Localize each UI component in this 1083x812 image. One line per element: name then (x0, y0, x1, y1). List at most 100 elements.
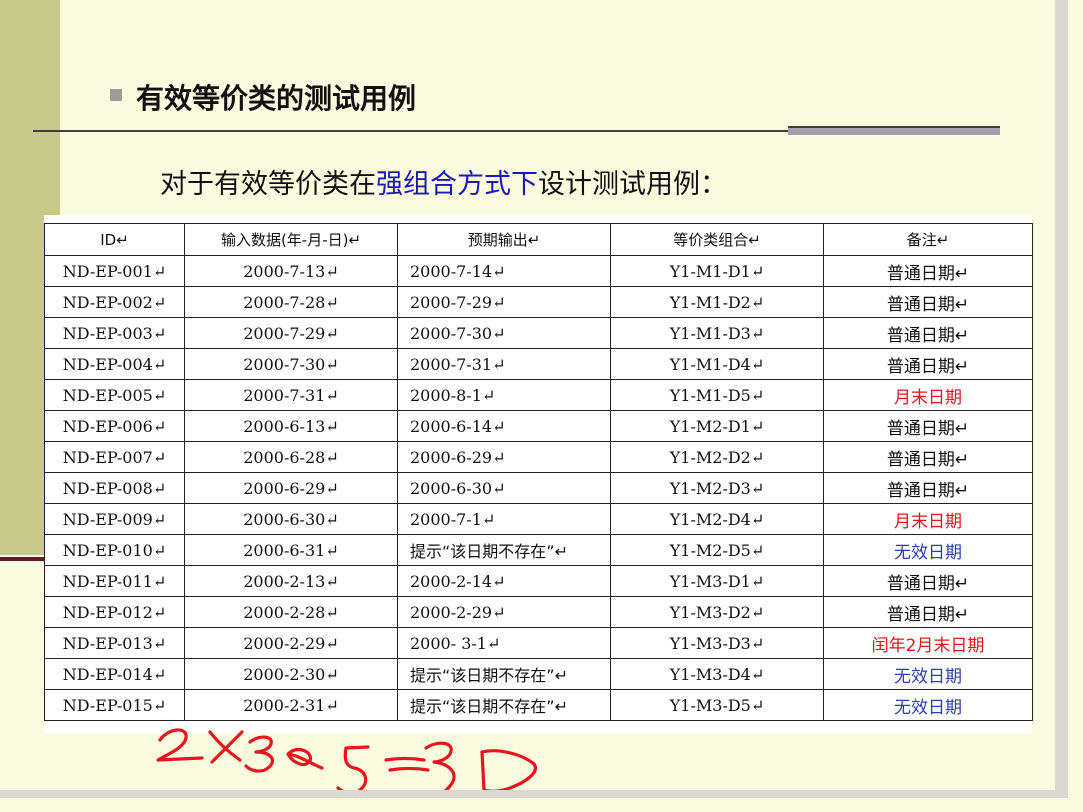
cell-equivalence-combo: Y1-M3-D2↵ (610, 596, 824, 628)
cell-expected-output: 2000-6-14↵ (397, 410, 611, 442)
cell-note: 普通日期↵ (823, 596, 1033, 628)
table-row: ND-EP-004↵ 2000-7-30↵ 2000-7-31↵ Y1-M1-D4↵ 普… (44, 348, 1033, 380)
cell-note: 月末日期 (823, 503, 1033, 535)
cell-input: 2000-2-30↵ (184, 658, 398, 690)
cell-expected-output: 2000-6-30↵ (397, 472, 611, 504)
table-row: ND-EP-011↵ 2000-2-13↵ 2000-2-14↵ Y1-M3-D1↵ 普… (44, 565, 1033, 597)
cell-id: ND-EP-015↵ (44, 689, 185, 721)
cell-equivalence-combo: Y1-M3-D5↵ (610, 689, 824, 721)
cell-note: 普通日期↵ (823, 286, 1033, 318)
cell-id: ND-EP-011↵ (44, 565, 185, 597)
cell-input: 2000-6-29↵ (184, 472, 398, 504)
cell-note: 无效日期 (823, 658, 1033, 690)
table-row: ND-EP-003↵ 2000-7-29↵ 2000-7-30↵ Y1-M1-D3↵ 普… (44, 317, 1033, 349)
cell-expected-output: 2000-7-29↵ (397, 286, 611, 318)
slide-bottom-rule (0, 557, 45, 561)
column-header-expected-output: 预期输出↵ (397, 223, 611, 256)
cell-expected-output: 2000- 3-1↵ (397, 627, 611, 659)
cell-expected-output: 2000-7-30↵ (397, 317, 611, 349)
table-row: ND-EP-008↵ 2000-6-29↵ 2000-6-30↵ Y1-M2-D3↵ 普… (44, 472, 1033, 504)
cell-equivalence-combo: Y1-M2-D1↵ (610, 410, 824, 442)
title-divider (33, 130, 788, 132)
cell-expected-output: 2000-2-14↵ (397, 565, 611, 597)
cell-note: 月末日期 (823, 379, 1033, 411)
subtitle-prefix: 对于有效等价类在 (160, 169, 376, 200)
cell-input: 2000-6-13↵ (184, 410, 398, 442)
column-header-id: ID↵ (44, 223, 185, 256)
cell-equivalence-combo: Y1-M3-D1↵ (610, 565, 824, 597)
cell-equivalence-combo: Y1-M1-D5↵ (610, 379, 824, 411)
test-case-table-container: ID↵ 输入数据(年-月-日)↵ 预期输出↵ 等价类组合↵ 备注↵ ND-EP-… (44, 215, 1033, 733)
cell-expected-output: 提示“该日期不存在”↵ (397, 534, 611, 566)
cell-equivalence-combo: Y1-M1-D4↵ (610, 348, 824, 380)
cell-expected-output: 提示“该日期不存在”↵ (397, 658, 611, 690)
cell-expected-output: 2000-7-14↵ (397, 255, 611, 287)
cell-input: 2000-2-13↵ (184, 565, 398, 597)
cell-id: ND-EP-001↵ (44, 255, 185, 287)
cell-expected-output: 2000-7-1↵ (397, 503, 611, 535)
cell-equivalence-combo: Y1-M1-D3↵ (610, 317, 824, 349)
cell-input: 2000-2-28↵ (184, 596, 398, 628)
cell-equivalence-combo: Y1-M2-D2↵ (610, 441, 824, 473)
table-header-row: ID↵ 输入数据(年-月-日)↵ 预期输出↵ 等价类组合↵ 备注↵ (44, 223, 1033, 256)
cell-input: 2000-7-29↵ (184, 317, 398, 349)
cell-note: 无效日期 (823, 534, 1033, 566)
table-row: ND-EP-006↵ 2000-6-13↵ 2000-6-14↵ Y1-M2-D1↵ 普… (44, 410, 1033, 442)
cell-id: ND-EP-002↵ (44, 286, 185, 318)
cell-note: 普通日期↵ (823, 441, 1033, 473)
cell-id: ND-EP-004↵ (44, 348, 185, 380)
table-row: ND-EP-010↵ 2000-6-31↵ 提示“该日期不存在”↵ Y1-M2-D5↵… (44, 534, 1033, 566)
cell-id: ND-EP-014↵ (44, 658, 185, 690)
table-row: ND-EP-001↵ 2000-7-13↵ 2000-7-14↵ Y1-M1-D1↵ 普… (44, 255, 1033, 287)
cell-expected-output: 提示“该日期不存在”↵ (397, 689, 611, 721)
slide-subtitle: 对于有效等价类在强组合方式下设计测试用例： (160, 162, 727, 201)
table-row: ND-EP-009↵ 2000-6-30↵ 2000-7-1↵ Y1-M2-D4↵ 月末… (44, 503, 1033, 535)
cell-input: 2000-6-30↵ (184, 503, 398, 535)
cell-expected-output: 2000-7-31↵ (397, 348, 611, 380)
cell-equivalence-combo: Y1-M3-D3↵ (610, 627, 824, 659)
cell-equivalence-combo: Y1-M2-D3↵ (610, 472, 824, 504)
bullet-square-icon (110, 89, 122, 101)
cell-input: 2000-7-28↵ (184, 286, 398, 318)
cell-equivalence-combo: Y1-M2-D5↵ (610, 534, 824, 566)
cell-id: ND-EP-008↵ (44, 472, 185, 504)
cell-expected-output: 2000-8-1↵ (397, 379, 611, 411)
slide-heading: 有效等价类的测试用例 (136, 82, 417, 115)
cell-note: 普通日期↵ (823, 410, 1033, 442)
cell-note: 闰年2月末日期 (823, 627, 1033, 659)
handwritten-annotation (156, 728, 537, 790)
cell-input: 2000-7-13↵ (184, 255, 398, 287)
cell-equivalence-combo: Y1-M3-D4↵ (610, 658, 824, 690)
table-row: ND-EP-014↵ 2000-2-30↵ 提示“该日期不存在”↵ Y1-M3-D4↵… (44, 658, 1033, 690)
slide: 有效等价类的测试用例 对于有效等价类在强组合方式下设计测试用例： ID↵ 输入数… (0, 0, 1055, 790)
cell-input: 2000-2-29↵ (184, 627, 398, 659)
cell-id: ND-EP-009↵ (44, 503, 185, 535)
cell-equivalence-combo: Y1-M1-D1↵ (610, 255, 824, 287)
cell-id: ND-EP-003↵ (44, 317, 185, 349)
cell-expected-output: 2000-2-29↵ (397, 596, 611, 628)
cell-id: ND-EP-010↵ (44, 534, 185, 566)
cell-equivalence-combo: Y1-M1-D2↵ (610, 286, 824, 318)
cell-id: ND-EP-005↵ (44, 379, 185, 411)
test-case-table: ID↵ 输入数据(年-月-日)↵ 预期输出↵ 等价类组合↵ 备注↵ ND-EP-… (44, 223, 1033, 721)
table-row: ND-EP-013↵ 2000-2-29↵ 2000- 3-1↵ Y1-M3-D3↵ 闰… (44, 627, 1033, 659)
cell-note: 无效日期 (823, 689, 1033, 721)
cell-input: 2000-6-28↵ (184, 441, 398, 473)
cell-note: 普通日期↵ (823, 255, 1033, 287)
table-row: ND-EP-005↵ 2000-7-31↵ 2000-8-1↵ Y1-M1-D5↵ 月末… (44, 379, 1033, 411)
table-row: ND-EP-007↵ 2000-6-28↵ 2000-6-29↵ Y1-M2-D2↵ 普… (44, 441, 1033, 473)
table-row: ND-EP-015↵ 2000-2-31↵ 提示“该日期不存在”↵ Y1-M3-D5↵… (44, 689, 1033, 721)
cell-id: ND-EP-006↵ (44, 410, 185, 442)
column-header-input: 输入数据(年-月-日)↵ (184, 223, 398, 256)
cell-id: ND-EP-013↵ (44, 627, 185, 659)
cell-note: 普通日期↵ (823, 317, 1033, 349)
cell-note: 普通日期↵ (823, 565, 1033, 597)
cell-equivalence-combo: Y1-M2-D4↵ (610, 503, 824, 535)
table-row: ND-EP-012↵ 2000-2-28↵ 2000-2-29↵ Y1-M3-D2↵ 普… (44, 596, 1033, 628)
subtitle-emphasis: 强组合方式下 (376, 169, 538, 200)
cell-note: 普通日期↵ (823, 348, 1033, 380)
table-row: ND-EP-002↵ 2000-7-28↵ 2000-7-29↵ Y1-M1-D2↵ 普… (44, 286, 1033, 318)
cell-note: 普通日期↵ (823, 472, 1033, 504)
cell-id: ND-EP-007↵ (44, 441, 185, 473)
cell-input: 2000-6-31↵ (184, 534, 398, 566)
